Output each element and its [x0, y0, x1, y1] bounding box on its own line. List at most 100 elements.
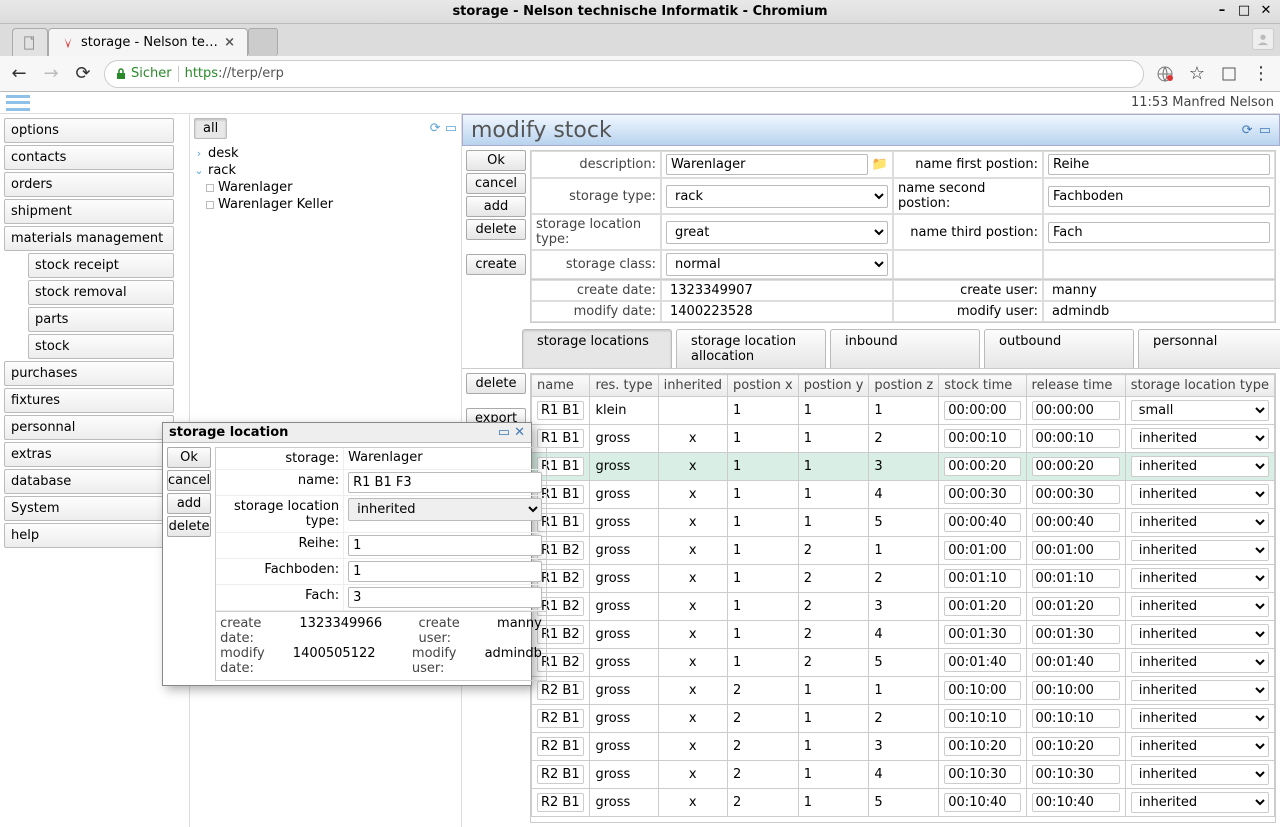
minimize-pane-icon[interactable]: ▭ [445, 121, 457, 136]
stock-time-input[interactable] [944, 737, 1020, 756]
dlg-cancel-button[interactable]: cancel [167, 470, 211, 491]
row-slt-select[interactable]: inherited [1131, 792, 1269, 813]
row-slt-select[interactable]: inherited [1131, 708, 1269, 729]
table-row[interactable]: grossx213inherited [532, 733, 1275, 761]
slt-select[interactable]: great [666, 221, 888, 244]
minimize-panel-icon[interactable]: ▭ [1259, 123, 1271, 138]
row-slt-select[interactable]: inherited [1131, 624, 1269, 645]
sidebar-item-fixtures[interactable]: fixtures [4, 388, 174, 413]
row-slt-select[interactable]: inherited [1131, 456, 1269, 477]
row-slt-select[interactable]: inherited [1131, 428, 1269, 449]
row-name-input[interactable] [537, 737, 584, 756]
table-row[interactable]: grossx113inherited [532, 453, 1275, 481]
tree-node-warenlager[interactable]: Warenlager [206, 179, 457, 196]
dialog-close-icon[interactable]: ✕ [514, 425, 525, 440]
maximize-icon[interactable]: □ [1236, 2, 1252, 18]
back-button[interactable]: ← [8, 63, 30, 85]
sidebar-item-purchases[interactable]: purchases [4, 361, 174, 386]
release-time-input[interactable] [1032, 709, 1120, 728]
stock-time-input[interactable] [944, 429, 1020, 448]
th-stock-time[interactable]: stock time [939, 375, 1026, 397]
dlg-slt-select[interactable]: inherited [348, 498, 542, 521]
table-row[interactable]: grossx114inherited [532, 481, 1275, 509]
storage-location-dialog[interactable]: storage location ▭ ✕ Ok cancel add delet… [162, 422, 532, 686]
table-row[interactable]: grossx112inherited [532, 425, 1275, 453]
stock-time-input[interactable] [944, 569, 1020, 588]
release-time-input[interactable] [1032, 513, 1120, 532]
row-name-input[interactable] [537, 681, 584, 700]
row-slt-select[interactable]: inherited [1131, 540, 1269, 561]
fullscreen-icon[interactable] [1218, 63, 1240, 85]
row-slt-select[interactable]: inherited [1131, 680, 1269, 701]
release-time-input[interactable] [1032, 485, 1120, 504]
table-row[interactable]: grossx123inherited [532, 593, 1275, 621]
table-row[interactable]: grossx211inherited [532, 677, 1275, 705]
sidebar-item-extras[interactable]: extras [4, 442, 174, 467]
dlg-name-input[interactable] [348, 472, 542, 493]
name-second-input[interactable] [1048, 186, 1270, 207]
table-row[interactable]: klein111small [532, 397, 1275, 425]
add-button[interactable]: add [466, 196, 526, 217]
stock-time-input[interactable] [944, 457, 1020, 476]
stock-time-input[interactable] [944, 709, 1020, 728]
refresh-icon[interactable]: ⟳ [430, 121, 441, 136]
tree-node-warenlager-keller[interactable]: Warenlager Keller [206, 196, 457, 213]
sidebar-item-options[interactable]: options [4, 118, 174, 143]
delete-button[interactable]: delete [466, 219, 526, 240]
sidebar-item-help[interactable]: help [4, 523, 174, 548]
stock-time-input[interactable] [944, 485, 1020, 504]
stock-time-input[interactable] [944, 513, 1020, 532]
profile-icon[interactable] [1252, 28, 1274, 50]
folder-icon[interactable]: 📁 [872, 157, 888, 172]
row-name-input[interactable] [537, 429, 584, 448]
dlg-fach-input[interactable] [348, 587, 542, 608]
stock-time-input[interactable] [944, 541, 1020, 560]
release-time-input[interactable] [1032, 541, 1120, 560]
storage-type-select[interactable]: rack [666, 185, 888, 208]
sidebar-item-database[interactable]: database [4, 469, 174, 494]
storage-class-select[interactable]: normal [666, 253, 888, 276]
sidebar-item-orders[interactable]: orders [4, 172, 174, 197]
stock-time-input[interactable] [944, 401, 1020, 420]
sidebar-item-shipment[interactable]: shipment [4, 199, 174, 224]
release-time-input[interactable] [1032, 653, 1120, 672]
sidebar-item-parts[interactable]: parts [28, 307, 174, 332]
description-input[interactable] [666, 154, 868, 175]
th-release-time[interactable]: release time [1026, 375, 1125, 397]
dlg-ok-button[interactable]: Ok [167, 447, 211, 468]
cancel-button[interactable]: cancel [466, 173, 526, 194]
row-slt-select[interactable]: inherited [1131, 736, 1269, 757]
row-slt-select[interactable]: inherited [1131, 652, 1269, 673]
dlg-fachboden-input[interactable] [348, 561, 542, 582]
release-time-input[interactable] [1032, 429, 1120, 448]
release-time-input[interactable] [1032, 737, 1120, 756]
forward-button[interactable]: → [40, 63, 62, 85]
row-name-input[interactable] [537, 401, 584, 420]
release-time-input[interactable] [1032, 625, 1120, 644]
th-postion-y[interactable]: postion y [798, 375, 869, 397]
stock-time-input[interactable] [944, 681, 1020, 700]
tab-active[interactable]: storage - Nelson technisc… × [48, 28, 248, 56]
table-delete-button[interactable]: delete [466, 373, 526, 394]
translate-icon[interactable] [1154, 63, 1176, 85]
table-row[interactable]: grossx122inherited [532, 565, 1275, 593]
storage-locations-table-wrap[interactable]: ⟳ ▭ nameres. typeinheritedpostion xposti… [530, 373, 1276, 823]
stock-time-input[interactable] [944, 653, 1020, 672]
release-time-input[interactable] [1032, 765, 1120, 784]
tree-node-rack[interactable]: ⌄rack [194, 162, 457, 179]
table-row[interactable]: grossx212inherited [532, 705, 1275, 733]
dlg-reihe-input[interactable] [348, 535, 542, 556]
row-name-input[interactable] [537, 709, 584, 728]
th-inherited[interactable]: inherited [658, 375, 727, 397]
menu-dots-icon[interactable]: ⋮ [1250, 63, 1272, 85]
release-time-input[interactable] [1032, 401, 1120, 420]
th-storage-location-type[interactable]: storage location type [1125, 375, 1274, 397]
tab-allocation[interactable]: storage location allocation [676, 329, 826, 368]
stock-time-input[interactable] [944, 793, 1020, 812]
tab-close-icon[interactable]: × [224, 35, 235, 50]
sidebar-item-stock[interactable]: stock [28, 334, 174, 359]
create-button[interactable]: create [466, 254, 526, 275]
name-third-input[interactable] [1048, 222, 1270, 243]
table-row[interactable]: grossx214inherited [532, 761, 1275, 789]
stock-time-input[interactable] [944, 597, 1020, 616]
